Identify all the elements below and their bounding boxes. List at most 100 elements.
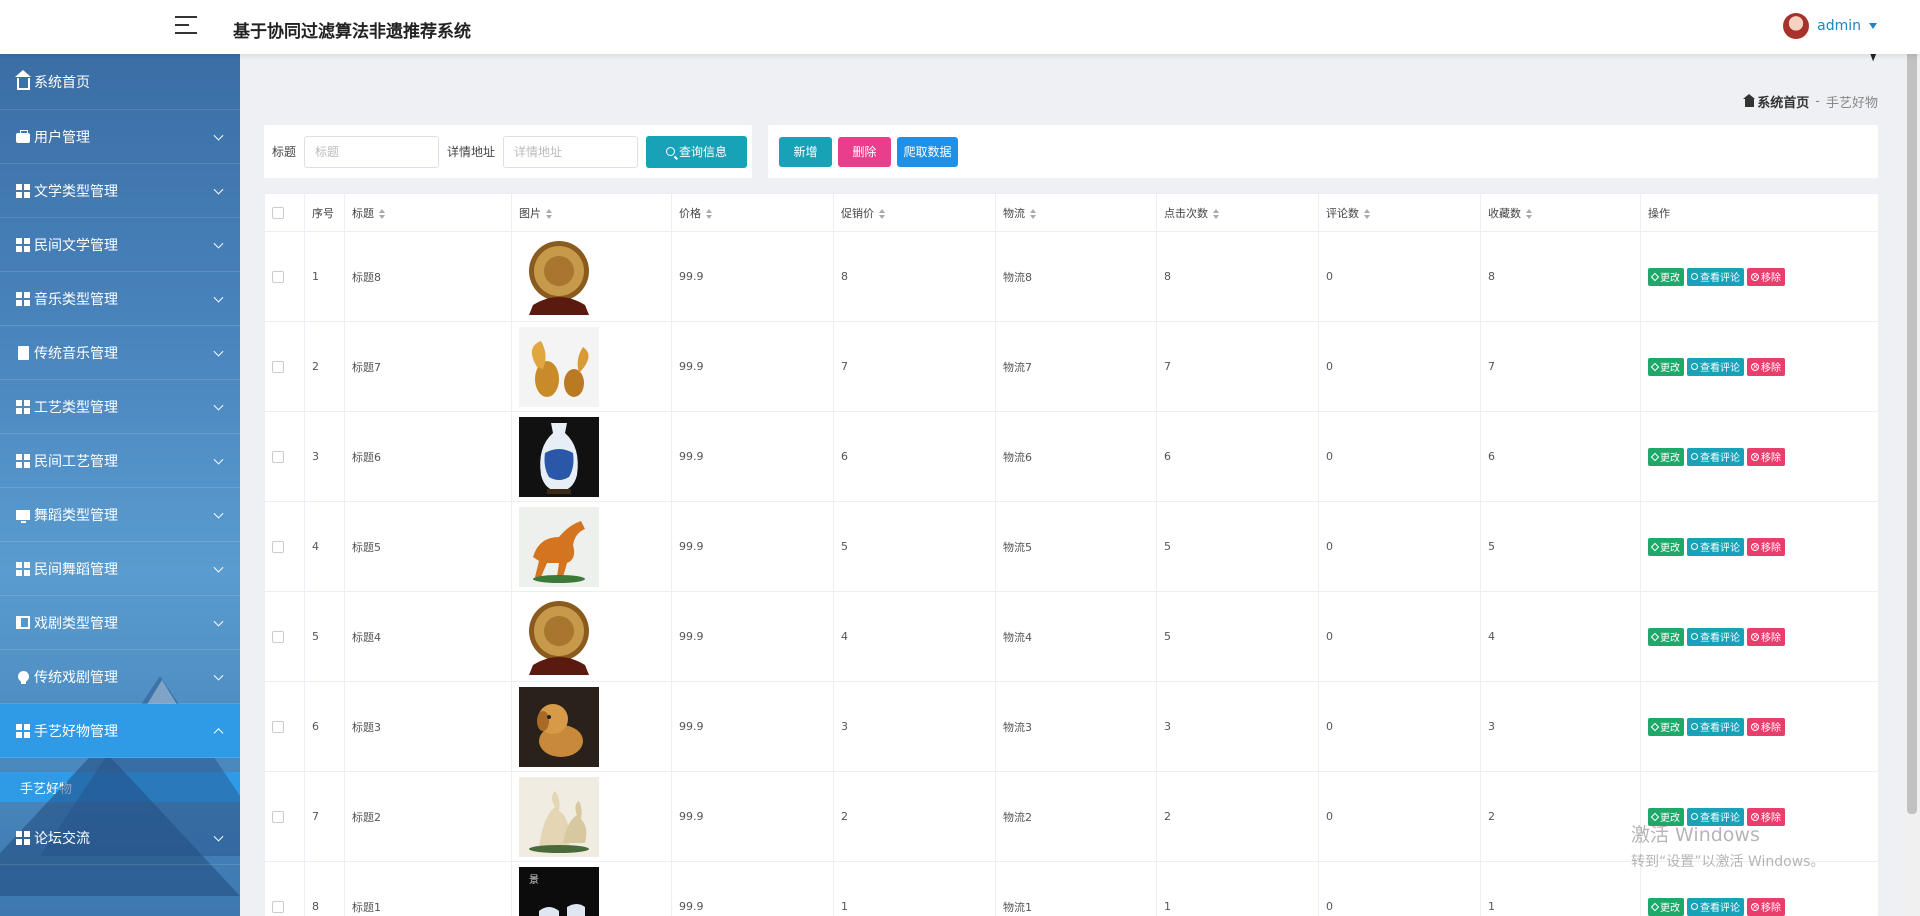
col-header-ops: 操作	[1640, 193, 1878, 232]
view-comments-button[interactable]: 查看评论	[1687, 267, 1744, 286]
cell-favorites: 6	[1480, 411, 1641, 502]
view-comments-button[interactable]: 查看评论	[1687, 627, 1744, 646]
cell-logistics: 物流8	[995, 231, 1157, 322]
sidebar-item-4[interactable]: 音乐类型管理	[0, 272, 240, 326]
chevron-down-icon	[213, 292, 224, 303]
col-header-clicks[interactable]: 点击次数	[1156, 193, 1319, 232]
edit-button[interactable]: 更改	[1648, 627, 1684, 646]
remove-button[interactable]: 移除	[1747, 537, 1785, 556]
pencil-icon	[1650, 542, 1660, 551]
chevron-down-icon	[213, 130, 224, 141]
chevron-down-icon	[213, 238, 224, 249]
row-checkbox[interactable]	[272, 901, 284, 913]
cell-no: 6	[304, 681, 345, 772]
menu-toggle-icon[interactable]	[175, 16, 197, 36]
edit-button[interactable]: 更改	[1648, 267, 1684, 286]
cell-comments: 0	[1318, 591, 1481, 682]
search-button[interactable]: 查询信息	[646, 135, 748, 168]
cell-no: 4	[304, 501, 345, 592]
view-comments-button[interactable]: 查看评论	[1687, 897, 1744, 916]
remove-button[interactable]: 移除	[1747, 447, 1785, 466]
sidebar-item-3[interactable]: 民间文学管理	[0, 218, 240, 272]
col-header-image[interactable]: 图片	[511, 193, 672, 232]
sidebar-item-11[interactable]: 传统戏剧管理	[0, 650, 240, 704]
sidebar-item-label: 音乐类型管理	[34, 291, 118, 308]
cell-clicks: 5	[1156, 501, 1319, 592]
row-checkbox[interactable]	[272, 271, 284, 283]
view-comments-button[interactable]: 查看评论	[1687, 537, 1744, 556]
sidebar-item-10[interactable]: 戏剧类型管理	[0, 596, 240, 650]
sidebar-item-12[interactable]: 手艺好物管理	[0, 704, 240, 758]
edit-button[interactable]: 更改	[1648, 807, 1684, 826]
remove-button[interactable]: 移除	[1747, 807, 1785, 826]
search-icon	[666, 147, 676, 156]
sidebar-item-label: 传统音乐管理	[34, 345, 118, 362]
view-comments-button[interactable]: 查看评论	[1687, 717, 1744, 736]
row-checkbox[interactable]	[272, 631, 284, 643]
view-comments-button[interactable]: 查看评论	[1687, 357, 1744, 376]
title-input[interactable]	[304, 135, 440, 168]
cell-promo: 1	[833, 861, 996, 916]
close-circle-icon	[1751, 630, 1759, 644]
user-menu[interactable]: admin	[1783, 13, 1877, 39]
table-row: 6标题399.93物流3303更改查看评论移除	[264, 681, 1878, 772]
caret-down-icon	[1869, 23, 1877, 29]
sidebar-item-7[interactable]: 民间工艺管理	[0, 434, 240, 488]
row-checkbox[interactable]	[272, 721, 284, 733]
page-scrollbar[interactable]	[1904, 0, 1920, 916]
crawl-button[interactable]: 爬取数据	[897, 136, 958, 167]
remove-button[interactable]: 移除	[1747, 627, 1785, 646]
edit-button[interactable]: 更改	[1648, 447, 1684, 466]
row-checkbox[interactable]	[272, 811, 284, 823]
remove-button[interactable]: 移除	[1747, 267, 1785, 286]
monitor-icon	[16, 508, 30, 523]
sidebar-item-label: 戏剧类型管理	[34, 615, 118, 632]
cell-clicks: 2	[1156, 771, 1319, 862]
edit-button[interactable]: 更改	[1648, 537, 1684, 556]
address-input[interactable]	[503, 135, 639, 168]
cell-ops: 更改查看评论移除	[1640, 681, 1878, 772]
sidebar-item-5[interactable]: 传统音乐管理	[0, 326, 240, 380]
remove-button[interactable]: 移除	[1747, 357, 1785, 376]
col-header-price[interactable]: 价格	[671, 193, 834, 232]
col-header-favorites[interactable]: 收藏数	[1480, 193, 1641, 232]
sidebar-item-0[interactable]: 系统首页	[0, 54, 240, 110]
remove-button[interactable]: 移除	[1747, 897, 1785, 916]
chevron-down-icon	[213, 184, 224, 195]
select-all-checkbox[interactable]	[272, 207, 284, 219]
col-header-logistics[interactable]: 物流	[995, 193, 1157, 232]
col-header-title[interactable]: 标题	[344, 193, 512, 232]
cell-no: 2	[304, 321, 345, 412]
remove-button[interactable]: 移除	[1747, 717, 1785, 736]
view-comments-button[interactable]: 查看评论	[1687, 807, 1744, 826]
sidebar-item-8[interactable]: 舞蹈类型管理	[0, 488, 240, 542]
sidebar-item-1[interactable]: 用户管理	[0, 110, 240, 164]
col-header-promo[interactable]: 促销价	[833, 193, 996, 232]
row-checkbox[interactable]	[272, 361, 284, 373]
edit-button[interactable]: 更改	[1648, 357, 1684, 376]
breadcrumb-current: 手艺好物	[1825, 96, 1878, 111]
close-circle-icon	[1751, 270, 1759, 284]
edit-button[interactable]: 更改	[1648, 717, 1684, 736]
scrollbar-thumb[interactable]	[1907, 6, 1917, 814]
breadcrumb-home[interactable]: 系统首页	[1743, 92, 1809, 111]
sidebar-item-6[interactable]: 工艺类型管理	[0, 380, 240, 434]
cell-logistics: 物流4	[995, 591, 1157, 682]
row-checkbox[interactable]	[272, 541, 284, 553]
row-checkbox[interactable]	[272, 451, 284, 463]
briefcase-icon	[16, 129, 30, 144]
cell-no: 3	[304, 411, 345, 502]
sidebar-item-13[interactable]: 论坛交流	[0, 811, 240, 865]
edit-button[interactable]: 更改	[1648, 897, 1684, 916]
book-icon	[16, 616, 30, 630]
cell-price: 99.9	[671, 231, 834, 322]
sidebar-item-2[interactable]: 文学类型管理	[0, 164, 240, 218]
col-header-comments[interactable]: 评论数	[1318, 193, 1481, 232]
view-comments-button[interactable]: 查看评论	[1687, 447, 1744, 466]
add-button[interactable]: 新增	[779, 136, 832, 167]
delete-button[interactable]: 删除	[838, 136, 891, 167]
app-title: 基于协同过滤算法非遗推荐系统	[233, 22, 471, 42]
grid-icon	[16, 723, 30, 738]
chevron-down-icon	[213, 508, 224, 519]
sidebar-item-9[interactable]: 民间舞蹈管理	[0, 542, 240, 596]
